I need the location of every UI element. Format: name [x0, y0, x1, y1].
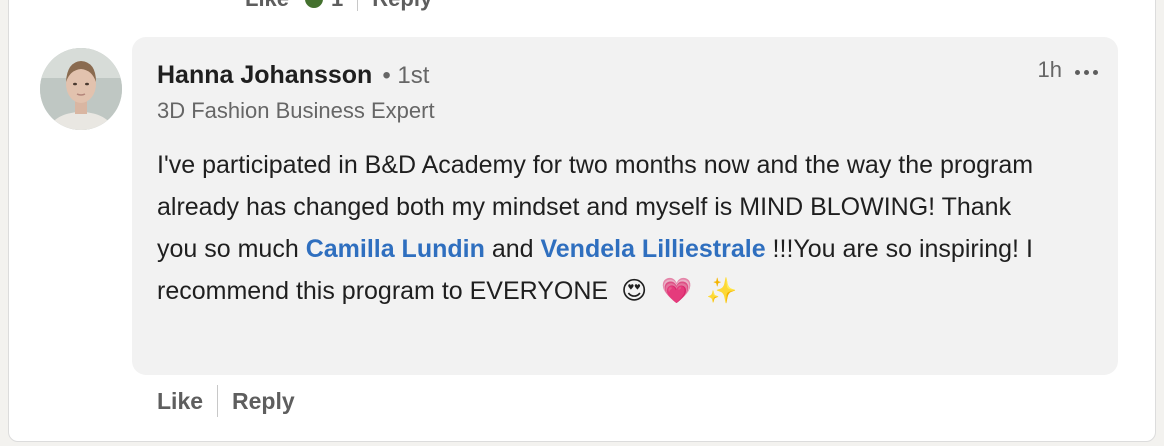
- dot: [1074, 69, 1080, 75]
- comment-text: I've participated in B&D Academy for two…: [157, 144, 1057, 312]
- avatar-photo: [40, 48, 122, 130]
- dot: [1092, 69, 1098, 75]
- connection-degree: • 1st: [382, 62, 430, 89]
- previous-like-button[interactable]: Like: [245, 0, 289, 12]
- mention-link[interactable]: Camilla Lundin: [306, 235, 485, 263]
- reply-button[interactable]: Reply: [232, 388, 295, 415]
- action-divider: [217, 385, 219, 417]
- comment-actions: Like Reply: [157, 385, 295, 417]
- action-divider: [357, 0, 359, 11]
- more-options-icon[interactable]: [1070, 57, 1102, 87]
- previous-reactions[interactable]: 1: [303, 0, 343, 12]
- mention-link[interactable]: Vendela Lilliestrale: [540, 235, 765, 263]
- sparkles-emoji: ✨: [706, 277, 738, 305]
- reaction-count: 1: [331, 0, 343, 12]
- comment-bubble: Hanna Johansson • 1st 3D Fashion Busines…: [132, 37, 1118, 375]
- dot: [1083, 69, 1089, 75]
- previous-comment-actions: Like 1 Reply: [245, 0, 432, 12]
- like-button[interactable]: Like: [157, 388, 203, 415]
- heart-eyes-emoji: 😍: [621, 277, 648, 305]
- author-name[interactable]: Hanna Johansson: [157, 61, 372, 90]
- avatar[interactable]: [40, 48, 122, 130]
- comment-text-part: and: [484, 235, 541, 263]
- pink-heart-emoji: 💗: [661, 277, 693, 305]
- reaction-icon: [303, 0, 326, 10]
- author-headline: 3D Fashion Business Expert: [157, 98, 435, 123]
- comment-timestamp: 1h: [1037, 57, 1062, 82]
- author-row: Hanna Johansson • 1st: [157, 61, 429, 90]
- previous-reply-button[interactable]: Reply: [372, 0, 432, 12]
- connection-degree-label: 1st: [397, 62, 430, 89]
